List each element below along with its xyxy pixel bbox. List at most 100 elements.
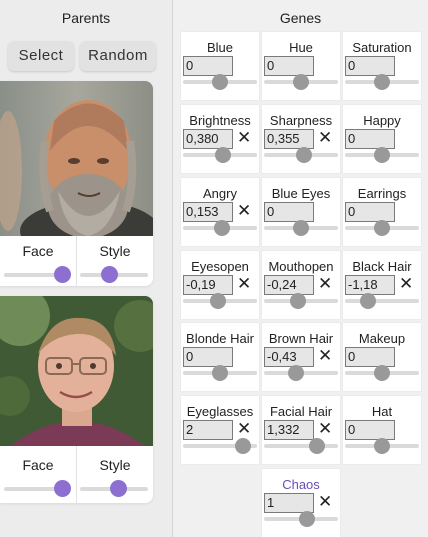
- reset-close-icon[interactable]: ✕: [237, 128, 251, 148]
- gene-value-input[interactable]: 0: [264, 202, 314, 222]
- style-slider-handle[interactable]: [110, 480, 127, 497]
- gene-slider-track[interactable]: [345, 299, 419, 303]
- reset-close-icon[interactable]: ✕: [237, 201, 251, 221]
- gene-slider-track[interactable]: [264, 444, 338, 448]
- face-label: Face: [22, 243, 54, 259]
- gene-label: Brown Hair: [268, 331, 334, 346]
- gene-label: Mouthopen: [268, 259, 334, 274]
- gene-value-input[interactable]: 0: [345, 202, 395, 222]
- gene-saturation: Saturation 0: [343, 32, 421, 100]
- gene-label: Brightness: [189, 113, 251, 128]
- gene-slider-handle[interactable]: [212, 365, 228, 381]
- gene-label: Happy: [363, 113, 401, 128]
- gene-happy: Happy 0: [343, 105, 421, 173]
- gene-chaos: Chaos 1 ✕: [262, 469, 340, 537]
- gene-label: Sharpness: [269, 113, 333, 128]
- gene-label: Blonde Hair: [186, 331, 254, 346]
- gene-slider-handle[interactable]: [374, 365, 390, 381]
- parents-panel: Parents Select Random Face Style Face St…: [0, 0, 173, 537]
- reset-close-icon[interactable]: ✕: [318, 492, 332, 512]
- parents-title: Parents: [61, 10, 111, 26]
- reset-close-icon[interactable]: ✕: [399, 274, 413, 294]
- gene-value-input[interactable]: -0,19: [183, 275, 233, 295]
- reset-close-icon[interactable]: ✕: [318, 346, 332, 366]
- gene-earrings: Earrings 0: [343, 178, 421, 246]
- face-label: Face: [22, 457, 54, 473]
- gene-value-input[interactable]: 1: [264, 493, 314, 513]
- gene-slider-handle[interactable]: [235, 438, 251, 454]
- select-button[interactable]: Select: [8, 41, 74, 71]
- reset-close-icon[interactable]: ✕: [318, 274, 332, 294]
- face-slider-handle[interactable]: [54, 480, 71, 497]
- random-button[interactable]: Random: [80, 41, 156, 71]
- gene-value-input[interactable]: 0: [345, 347, 395, 367]
- reset-close-icon[interactable]: ✕: [318, 419, 332, 439]
- gene-slider-handle[interactable]: [214, 220, 230, 236]
- gene-slider-handle[interactable]: [296, 147, 312, 163]
- genes-panel: Genes Blue 0 Hue 0 Saturation 0 Brightness 0,38…: [173, 0, 428, 537]
- parent-1-photo: [0, 81, 153, 236]
- card-divider: [76, 446, 77, 503]
- parent-2-photo: [0, 296, 153, 446]
- gene-slider-handle[interactable]: [288, 365, 304, 381]
- gene-slider-handle[interactable]: [374, 147, 390, 163]
- gene-value-input[interactable]: 0: [183, 56, 233, 76]
- gene-value-input[interactable]: -1,18: [345, 275, 395, 295]
- parent-card-1[interactable]: Face Style: [0, 81, 153, 286]
- gene-value-input[interactable]: -0,24: [264, 275, 314, 295]
- genes-title: Genes: [279, 10, 322, 26]
- reset-close-icon[interactable]: ✕: [237, 274, 251, 294]
- style-slider-handle[interactable]: [101, 266, 118, 283]
- gene-value-input[interactable]: 1,332: [264, 420, 314, 440]
- gene-value-input[interactable]: 0: [345, 129, 395, 149]
- gene-label: Hat: [371, 404, 393, 419]
- gene-slider-handle[interactable]: [374, 438, 390, 454]
- gene-blue-eyes: Blue Eyes 0: [262, 178, 340, 246]
- style-label: Style: [99, 457, 131, 473]
- gene-mouthopen: Mouthopen -0,24 ✕: [262, 251, 340, 319]
- gene-slider-handle[interactable]: [360, 293, 376, 309]
- parent-card-2[interactable]: Face Style: [0, 296, 153, 503]
- gene-value-input[interactable]: 0: [183, 347, 233, 367]
- gene-value-input[interactable]: 0,380: [183, 129, 233, 149]
- gene-black-hair: Black Hair -1,18 ✕: [343, 251, 421, 319]
- gene-brown-hair: Brown Hair -0,43 ✕: [262, 323, 340, 391]
- gene-value-input[interactable]: 0: [264, 56, 314, 76]
- gene-value-input[interactable]: 0: [345, 420, 395, 440]
- gene-eyesopen: Eyesopen -0,19 ✕: [181, 251, 259, 319]
- gene-facial-hair: Facial Hair 1,332 ✕: [262, 396, 340, 464]
- gene-eyeglasses: Eyeglasses 2 ✕: [181, 396, 259, 464]
- gene-hat: Hat 0: [343, 396, 421, 464]
- gene-value-input[interactable]: 0: [345, 56, 395, 76]
- gene-brightness: Brightness 0,380 ✕: [181, 105, 259, 173]
- face-slider-handle[interactable]: [54, 266, 71, 283]
- gene-label: Makeup: [358, 331, 406, 346]
- gene-value-input[interactable]: -0,43: [264, 347, 314, 367]
- gene-slider-handle[interactable]: [212, 74, 228, 90]
- reset-close-icon[interactable]: ✕: [237, 419, 251, 439]
- gene-blonde-hair: Blonde Hair 0: [181, 323, 259, 391]
- gene-slider-handle[interactable]: [374, 220, 390, 236]
- reset-close-icon[interactable]: ✕: [318, 128, 332, 148]
- gene-label: Saturation: [352, 40, 412, 55]
- gene-slider-handle[interactable]: [293, 220, 309, 236]
- gene-label: Facial Hair: [269, 404, 333, 419]
- gene-label: Hue: [289, 40, 313, 55]
- gene-value-input[interactable]: 0,153: [183, 202, 233, 222]
- gene-value-input[interactable]: 0,355: [264, 129, 314, 149]
- gene-slider-handle[interactable]: [374, 74, 390, 90]
- gene-label: Eyeglasses: [186, 404, 254, 419]
- style-label: Style: [99, 243, 131, 259]
- gene-slider-handle[interactable]: [309, 438, 325, 454]
- gene-sharpness: Sharpness 0,355 ✕: [262, 105, 340, 173]
- gene-slider-handle[interactable]: [290, 293, 306, 309]
- gene-hue: Hue 0: [262, 32, 340, 100]
- gene-slider-handle[interactable]: [215, 147, 231, 163]
- gene-slider-handle[interactable]: [299, 511, 315, 527]
- gene-slider-handle[interactable]: [293, 74, 309, 90]
- gene-value-input[interactable]: 2: [183, 420, 233, 440]
- gene-label: Black Hair: [352, 259, 412, 274]
- gene-label: Blue: [206, 40, 234, 55]
- gene-slider-handle[interactable]: [210, 293, 226, 309]
- gene-label: Angry: [203, 186, 237, 201]
